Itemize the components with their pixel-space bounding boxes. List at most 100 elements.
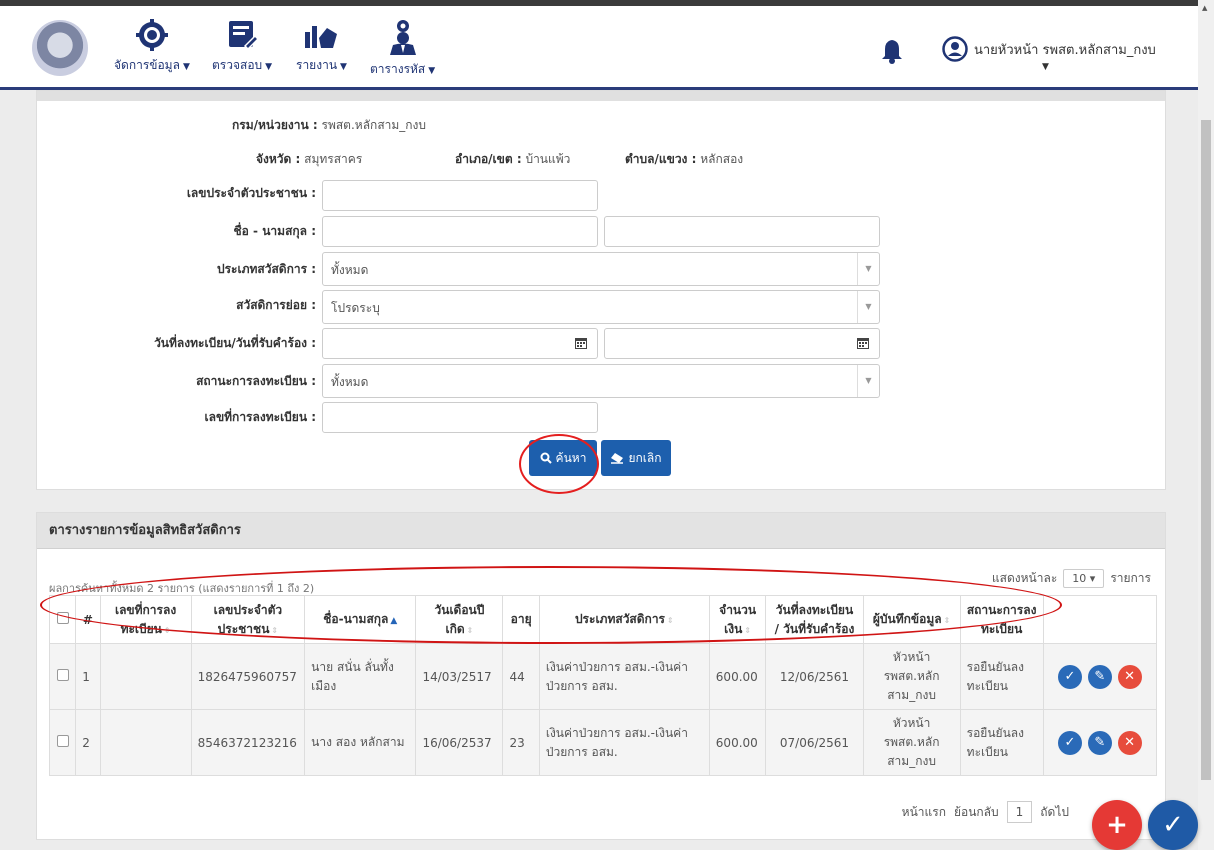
sub-welfare-label: สวัสดิการย่อย : (236, 298, 316, 312)
cell-actions: ✓ ✎ ✕ (1042, 709, 1158, 776)
confirm-fab-button[interactable]: ✓ (1148, 800, 1198, 850)
table-row: 2 8546372123216 นาง สอง หลักสาม 16/06/25… (48, 709, 1158, 776)
cell-recorder: หัวหน้า รพสต.หลักสาม_กงบ (862, 643, 961, 710)
first-name-input[interactable] (322, 216, 598, 247)
page-size-select[interactable]: 10 ▾ (1063, 569, 1105, 588)
district-row: อำเภอ/เขต : บ้านแพ้ว (455, 150, 570, 169)
annotation-ellipse (40, 566, 1062, 644)
row-checkbox[interactable] (56, 735, 69, 747)
regno-input[interactable] (322, 402, 598, 433)
scroll-up-icon[interactable]: ▲ (1202, 4, 1207, 12)
welfare-type-select[interactable]: ทั้งหมด ▼ (322, 252, 880, 286)
cell-name: นาย สนั่น ลั่นทั้งเมือง (304, 643, 417, 710)
check-icon: ✓ (1162, 810, 1184, 840)
cell-actions: ✓ ✎ ✕ (1042, 643, 1158, 710)
row-checkbox-cell[interactable] (48, 643, 77, 710)
menu-label: ตรวจสอบ (212, 58, 263, 72)
cell-id: 1826475960757 (190, 643, 306, 710)
status-select[interactable]: ทั้งหมด ▼ (322, 364, 880, 398)
page-size-suffix: รายการ (1110, 571, 1151, 585)
dept-label: กรม/หน่วยงาน : (232, 118, 318, 132)
subdistrict-value: หลักสอง (700, 152, 744, 166)
cell-regdate: 07/06/2561 (765, 709, 864, 776)
menu-label: รายงาน (296, 58, 338, 72)
plus-icon: + (1106, 810, 1128, 840)
cell-status: รอยืนยันลงทะเบียน (959, 643, 1044, 710)
sub-welfare-select[interactable]: โปรดระบุ ▼ (322, 290, 880, 324)
cell-regdate: 12/06/2561 (765, 643, 864, 710)
eraser-icon (611, 453, 624, 464)
menu-data-management[interactable]: จัดการข้อมูล ▼ (114, 18, 190, 75)
pager-prev[interactable]: ย้อนกลับ (954, 803, 999, 822)
user-circle-icon (942, 36, 968, 62)
delete-trash-icon[interactable]: ✕ (1117, 664, 1142, 689)
confirm-check-icon[interactable]: ✓ (1057, 730, 1082, 755)
name-label: ชื่อ - นามสกุล : (233, 224, 316, 238)
scrollbar-thumb[interactable] (1201, 120, 1211, 780)
date-to-input[interactable] (604, 328, 880, 359)
page-size-control: แสดงหน้าละ 10 ▾ รายการ (992, 569, 1151, 588)
page-size-label: แสดงหน้าละ (991, 571, 1058, 585)
calendar-icon[interactable] (575, 337, 587, 349)
pager-first[interactable]: หน้าแรก (902, 803, 946, 822)
id-input[interactable] (322, 180, 598, 211)
cell-regno (99, 709, 192, 776)
pager-next[interactable]: ถัดไป (1040, 803, 1069, 822)
pager-current[interactable]: 1 (1006, 801, 1033, 823)
cell-amount: 600.00 (708, 643, 767, 710)
vertical-scrollbar[interactable]: ▲ (1198, 0, 1214, 850)
panel-top-bar (37, 91, 1165, 101)
cell-recorder: หัวหน้า รพสต.หลักสาม_กงบ (862, 709, 961, 776)
menu-review[interactable]: ตรวจสอบ ▼ (212, 18, 272, 75)
welfare-type-value: ทั้งหมด (331, 263, 369, 277)
cell-dob: 14/03/2517 (415, 643, 504, 710)
cell-welfare: เงินค่าป่วยการ อสม.-เงินค่าป่วยการ อสม. (538, 709, 710, 776)
province-label: จังหวัด : (256, 152, 301, 166)
cell-id: 8546372123216 (190, 709, 306, 776)
chevron-down-icon: ▼ (857, 253, 879, 285)
menu-label: จัดการข้อมูล (114, 58, 180, 72)
sub-welfare-value: โปรดระบุ (331, 301, 380, 315)
district-value: บ้านแพ้ว (525, 152, 571, 166)
last-name-input[interactable] (604, 216, 880, 247)
results-panel: ตารางรายการข้อมูลสิทธิสวัสดิการ แสดงหน้า… (36, 512, 1166, 840)
delete-trash-icon[interactable]: ✕ (1117, 730, 1142, 755)
dept-value: รพสต.หลักสาม_กงบ (321, 118, 427, 132)
department-logo (32, 20, 88, 76)
user-menu[interactable]: นายหัวหน้า รพสต.หลักสาม_กงบ (942, 36, 1156, 62)
calendar-icon[interactable] (857, 337, 869, 349)
add-fab-button[interactable]: + (1092, 800, 1142, 850)
menu-code-tables[interactable]: ตารางรหัส ▼ (370, 18, 435, 79)
chevron-down-icon: ▼ (857, 365, 879, 397)
district-label: อำเภอ/เขต : (455, 152, 522, 166)
date-label: วันที่ลงทะเบียน/วันที่รับคำร้อง : (154, 336, 316, 350)
cell-age: 44 (502, 643, 540, 710)
annotation-circle (519, 434, 599, 494)
edit-icon[interactable]: ✎ (1087, 730, 1112, 755)
bell-icon[interactable] (880, 38, 904, 64)
status-value: ทั้งหมด (331, 375, 369, 389)
date-from-input[interactable] (322, 328, 598, 359)
cell-age: 23 (502, 709, 540, 776)
cell-no: 1 (75, 643, 101, 710)
row-checkbox[interactable] (56, 669, 69, 681)
welfare-type-label: ประเภทสวัสดิการ : (216, 262, 316, 276)
edit-icon[interactable]: ✎ (1087, 664, 1112, 689)
cell-welfare: เงินค่าป่วยการ อสม.-เงินค่าป่วยการ อสม. (538, 643, 710, 710)
row-checkbox-cell[interactable] (48, 709, 77, 776)
chart-icon (305, 26, 338, 48)
menu-label: ตารางรหัส (370, 62, 426, 76)
cancel-button[interactable]: ยกเลิก (601, 440, 671, 476)
navbar: จัดการข้อมูล ▼ ตรวจสอบ ▼ รายงาน ▼ ตารางรหัส… (0, 6, 1198, 90)
user-caret-icon[interactable]: ▼ (1042, 62, 1049, 72)
cell-name: นาง สอง หลักสาม (304, 709, 417, 776)
cell-status: รอยืนยันลงทะเบียน (959, 709, 1044, 776)
confirm-check-icon[interactable]: ✓ (1057, 664, 1082, 689)
id-label: เลขประจำตัวประชาชน : (186, 186, 316, 200)
cell-amount: 600.00 (708, 709, 767, 776)
regno-label: เลขที่การลงทะเบียน : (204, 410, 316, 424)
subdistrict-label: ตำบล/แขวง : (625, 152, 697, 166)
dept-row: กรม/หน่วยงาน : รพสต.หลักสาม_กงบ (232, 116, 426, 135)
cell-no: 2 (75, 709, 101, 776)
menu-reports[interactable]: รายงาน ▼ (296, 18, 347, 75)
